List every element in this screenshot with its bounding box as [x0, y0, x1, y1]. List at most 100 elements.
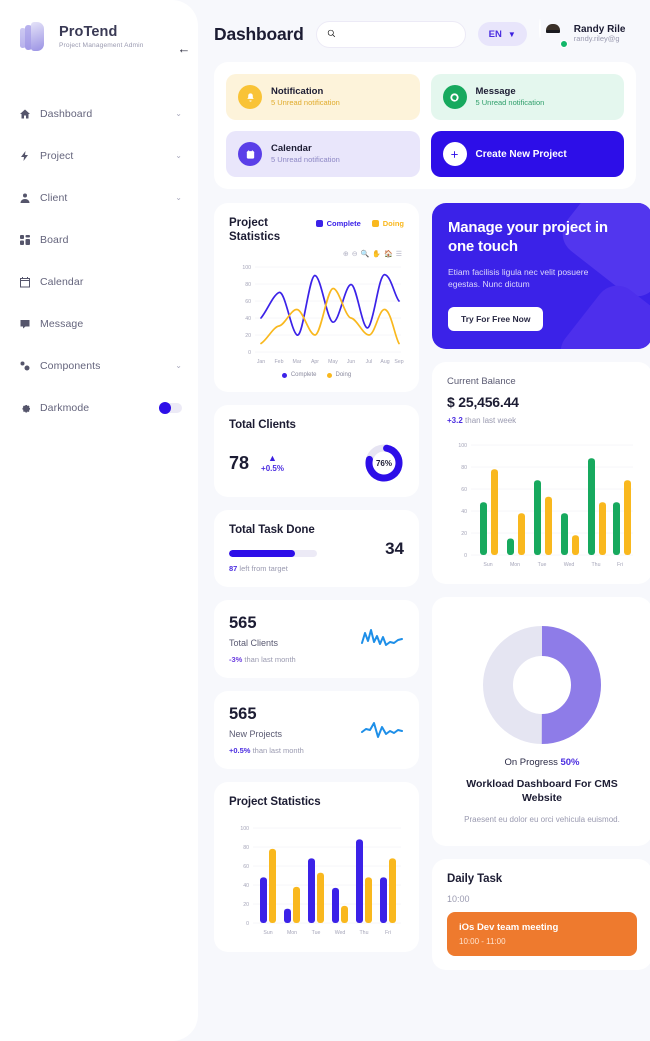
- legend-item-doing[interactable]: Doing: [372, 219, 404, 228]
- stat-value: 565: [229, 705, 304, 724]
- chevron-down-icon[interactable]: ⌄: [175, 109, 182, 118]
- daily-task-item[interactable]: iOs Dev team meeting 10:00 - 11:00: [447, 912, 637, 956]
- workload-title: Workload Dashboard For CMS Website: [446, 777, 638, 805]
- sidebar-item-label: Dashboard: [40, 108, 166, 120]
- card-title: Total Task Done: [229, 524, 385, 536]
- sidebar-item-label: Client: [40, 192, 166, 204]
- chart-legend: Complete Doing: [316, 217, 404, 228]
- svg-text:Tue: Tue: [312, 930, 321, 936]
- svg-text:60: 60: [245, 299, 251, 305]
- workload-progress-value: 50%: [560, 757, 579, 768]
- calendar-card[interactable]: Calendar 5 Unread notification: [226, 131, 420, 177]
- brand[interactable]: ProTend Project Management Admin: [0, 0, 198, 52]
- card-subtitle: 5 Unread notification: [271, 155, 340, 165]
- card-title: Project Statistics: [229, 217, 310, 244]
- total-task-done-value: 34: [385, 539, 404, 559]
- legend-label: Doing: [383, 219, 404, 228]
- sidebar-item-darkmode[interactable]: Darkmode: [18, 392, 182, 423]
- language-label: EN: [489, 29, 502, 40]
- menu-icon[interactable]: ☰: [396, 251, 402, 258]
- selection-icon[interactable]: 🔍: [361, 251, 370, 258]
- svg-text:60: 60: [461, 487, 467, 493]
- user-profile[interactable]: Randy Rile randy.riley@g: [539, 20, 626, 48]
- sidebar-item-message[interactable]: Message: [18, 308, 182, 339]
- calendar-icon: [18, 275, 31, 288]
- total-clients-card: Total Clients 78 ▲ +0.5%: [214, 405, 419, 497]
- workload-progress-label: On Progress: [505, 757, 558, 768]
- project-statistics-bar-card: Project Statistics 100 80: [214, 782, 419, 952]
- try-for-free-button[interactable]: Try For Free Now: [448, 307, 543, 331]
- current-balance-card: Current Balance $ 25,456.44 +3.2 than la…: [432, 362, 650, 584]
- legend-item-doing[interactable]: Doing: [327, 372, 352, 378]
- stat-delta: +0.5%: [229, 746, 250, 755]
- svg-text:60: 60: [243, 864, 249, 870]
- chevron-down-icon[interactable]: ⌄: [175, 361, 182, 370]
- sidebar-item-board[interactable]: Board: [18, 224, 182, 255]
- total-clients-delta: +0.5%: [261, 464, 284, 473]
- zoom-in-icon[interactable]: ⊕: [343, 251, 349, 258]
- balance-bar-chart: 100 80 60 40 20 0 Sun Mon Tue Wed: [447, 435, 637, 570]
- darkmode-toggle[interactable]: [159, 403, 182, 413]
- reset-icon[interactable]: 🏠: [384, 251, 393, 258]
- svg-text:40: 40: [245, 316, 251, 322]
- calendar-icon: [238, 142, 262, 166]
- sidebar-item-label: Calendar: [40, 276, 173, 288]
- dashboard-app: ProTend Project Management Admin ← Dashb…: [0, 0, 650, 1041]
- search-box[interactable]: [316, 21, 466, 48]
- legend-item-complete[interactable]: Complete: [316, 219, 361, 228]
- svg-text:Sep: Sep: [394, 359, 403, 365]
- stat-note-text: than last month: [250, 746, 303, 755]
- main-content: Dashboard EN ▼ Randy Rile randy.riley@g: [198, 0, 650, 1041]
- svg-text:Aug: Aug: [380, 359, 389, 365]
- brand-name: ProTend: [59, 24, 117, 40]
- notification-card[interactable]: Notification 5 Unread notification: [226, 74, 420, 120]
- message-icon: [443, 85, 467, 109]
- quick-actions-panel: Notification 5 Unread notification Messa…: [214, 62, 636, 189]
- collapse-sidebar-icon[interactable]: ←: [176, 40, 192, 56]
- total-task-done-card: Total Task Done 87 left from target 34: [214, 510, 419, 587]
- sidebar-item-label: Components: [40, 360, 166, 372]
- total-clients-donut-chart: 76%: [364, 443, 404, 483]
- sidebar-item-label: Board: [40, 234, 173, 246]
- svg-text:May: May: [328, 359, 338, 365]
- svg-text:Mon: Mon: [510, 562, 520, 568]
- sidebar-item-dashboard[interactable]: Dashboard ⌄: [18, 98, 182, 129]
- sidebar-item-components[interactable]: Components ⌄: [18, 350, 182, 381]
- sidebar-item-calendar[interactable]: Calendar: [18, 266, 182, 297]
- total-clients-mini-card: 565 Total Clients -3% than last month: [214, 600, 419, 678]
- card-title: Daily Task: [447, 873, 637, 885]
- avatar[interactable]: [539, 20, 567, 48]
- chevron-down-icon[interactable]: ⌄: [175, 193, 182, 202]
- task-progress-bar: [229, 550, 317, 557]
- pan-icon[interactable]: ✋: [372, 251, 381, 258]
- workload-donut-chart: [446, 619, 638, 745]
- chart-toolbar: ⊕ ⊖ 🔍 ✋ 🏠 ☰: [229, 251, 402, 258]
- card-subtitle: 5 Unread notification: [271, 98, 340, 108]
- search-input[interactable]: [343, 29, 455, 39]
- svg-text:20: 20: [245, 333, 251, 339]
- chart-legend-bottom: Complete Doing: [229, 372, 404, 378]
- message-card[interactable]: Message 5 Unread notification: [431, 74, 625, 120]
- zoom-out-icon[interactable]: ⊖: [352, 251, 358, 258]
- grid-icon: [18, 233, 31, 246]
- promo-banner: Manage your project in one touch Etiam f…: [432, 203, 650, 349]
- sidebar-item-client[interactable]: Client ⌄: [18, 182, 182, 213]
- svg-text:Sun: Sun: [263, 930, 272, 936]
- sidebar-item-label: Project: [40, 150, 166, 162]
- chevron-down-icon[interactable]: ⌄: [175, 151, 182, 160]
- balance-note-text: than last week: [463, 416, 516, 425]
- sidebar-item-project[interactable]: Project ⌄: [18, 140, 182, 171]
- language-selector[interactable]: EN ▼: [478, 22, 527, 46]
- dashboard-columns: Project Statistics Complete Doing: [214, 203, 636, 970]
- line-chart: 100 80 60 40 20 0 Jan Feb Mar Apr: [229, 259, 404, 369]
- svg-text:80: 80: [245, 282, 251, 288]
- svg-text:0: 0: [246, 921, 249, 927]
- legend-item-complete[interactable]: Complete: [282, 372, 317, 378]
- gear-icon: [18, 401, 31, 414]
- daily-task-card: Daily Task 10:00 iOs Dev team meeting 10…: [432, 859, 650, 970]
- create-new-project-button[interactable]: Create New Project: [431, 131, 625, 177]
- total-clients-value: 78: [229, 453, 249, 474]
- svg-text:Mar: Mar: [293, 359, 302, 365]
- stat-value: 565: [229, 614, 296, 633]
- bell-icon: [238, 85, 262, 109]
